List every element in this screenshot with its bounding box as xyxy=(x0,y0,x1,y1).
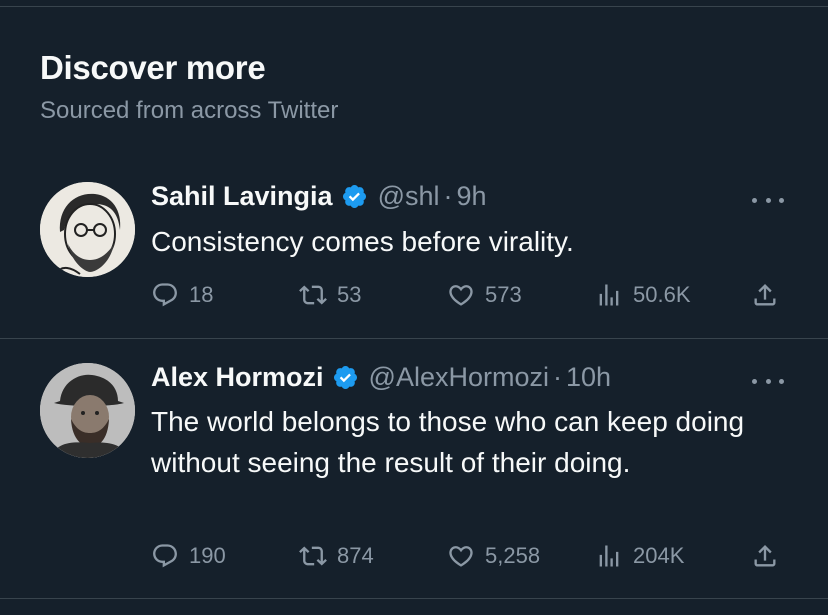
like-count: 5,258 xyxy=(485,543,541,568)
share-button[interactable] xyxy=(751,540,779,572)
tweet-card[interactable]: Alex Hormozi @AlexHormozi · 10h The worl… xyxy=(0,339,828,598)
share-button[interactable] xyxy=(751,279,779,311)
photo-portrait-avatar-icon xyxy=(40,363,135,458)
tweet-text: The world belongs to those who can keep … xyxy=(151,406,745,478)
section-subtitle: Sourced from across Twitter xyxy=(40,97,339,124)
views-chart-icon xyxy=(599,284,619,306)
like-button[interactable]: 5,258 xyxy=(447,540,540,572)
retweet-count: 874 xyxy=(337,543,374,568)
reply-icon xyxy=(153,544,177,568)
like-button[interactable]: 573 xyxy=(447,279,522,311)
author-handle[interactable]: @shl xyxy=(378,179,440,213)
verified-badge-icon xyxy=(333,365,357,389)
timestamp[interactable]: 9h xyxy=(457,179,487,213)
view-count: 204K xyxy=(633,543,685,568)
verified-badge-icon xyxy=(342,184,366,208)
avatar[interactable] xyxy=(40,182,135,277)
retweet-icon xyxy=(299,546,327,566)
views-button[interactable]: 50.6K xyxy=(595,279,691,311)
tweet-text: Consistency comes before virality. xyxy=(151,226,574,257)
heart-icon xyxy=(449,546,473,567)
separator-dot: · xyxy=(553,362,562,392)
retweet-count: 53 xyxy=(337,282,362,307)
reply-button[interactable]: 18 xyxy=(151,279,213,311)
tweet-actions: 190 874 5,258 204K xyxy=(151,540,786,572)
views-button[interactable]: 204K xyxy=(595,540,684,572)
heart-icon xyxy=(449,285,473,306)
sketch-portrait-avatar-icon xyxy=(40,182,135,277)
reply-button[interactable]: 190 xyxy=(151,540,226,572)
more-options-icon[interactable] xyxy=(752,376,784,386)
more-options-icon[interactable] xyxy=(752,195,784,205)
like-count: 573 xyxy=(485,282,522,307)
timestamp[interactable]: 10h xyxy=(566,360,611,394)
retweet-button[interactable]: 53 xyxy=(299,279,361,311)
tweet-actions: 18 53 573 50.6K xyxy=(151,279,786,311)
reply-count: 190 xyxy=(189,543,226,568)
author-name[interactable]: Alex Hormozi xyxy=(151,360,324,394)
author-handle[interactable]: @AlexHormozi xyxy=(369,360,549,394)
author-name[interactable]: Sahil Lavingia xyxy=(151,179,333,213)
tweet-header: Alex Hormozi @AlexHormozi · 10h xyxy=(151,360,611,394)
reply-icon xyxy=(153,283,177,307)
separator-dot: · xyxy=(443,181,453,211)
view-count: 50.6K xyxy=(633,282,691,307)
discover-header: Discover more Sourced from across Twitte… xyxy=(40,48,338,126)
bottom-divider xyxy=(0,598,828,599)
avatar[interactable] xyxy=(40,363,135,458)
views-chart-icon xyxy=(599,545,619,567)
tweet-card[interactable]: Sahil Lavingia @shl · 9h Consistency com… xyxy=(0,170,828,338)
retweet-button[interactable]: 874 xyxy=(299,540,374,572)
share-icon xyxy=(754,284,776,306)
reply-count: 18 xyxy=(189,282,214,307)
share-icon xyxy=(754,545,776,567)
section-title: Discover more xyxy=(40,49,266,86)
top-divider xyxy=(0,6,828,7)
retweet-icon xyxy=(299,285,327,305)
tweet-header: Sahil Lavingia @shl · 9h xyxy=(151,179,487,213)
